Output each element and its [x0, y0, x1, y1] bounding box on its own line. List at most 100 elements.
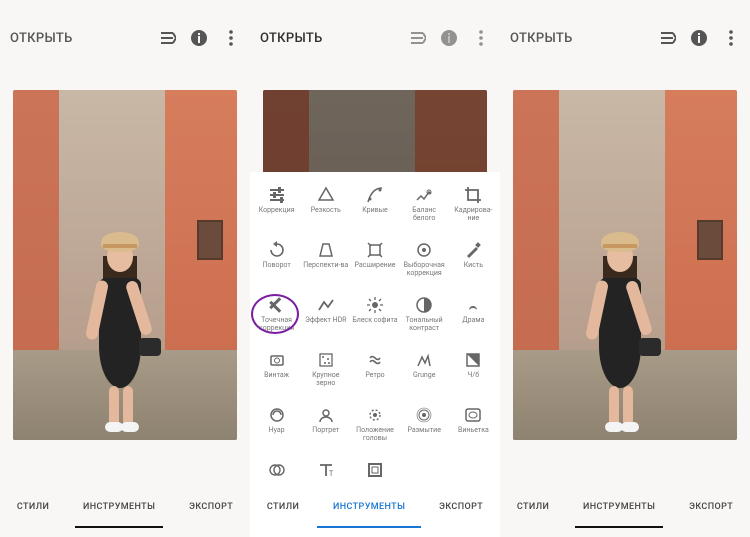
tool-expand[interactable]: Расширение: [350, 235, 399, 290]
info-icon[interactable]: [690, 29, 708, 47]
top-bar: ОТКРЫТЬ: [0, 0, 250, 76]
info-icon[interactable]: [190, 29, 208, 47]
tab-styles[interactable]: СТИЛИ: [13, 496, 53, 518]
tool-label: Блеск софита: [352, 317, 397, 325]
retrolux-icon: [366, 351, 384, 369]
tab-tools[interactable]: ИНСТРУМЕНТЫ: [579, 496, 659, 518]
tool-headpose[interactable]: Положение головы: [350, 400, 399, 455]
headpose-icon: [366, 406, 384, 424]
tool-drama[interactable]: Драма: [449, 290, 498, 345]
tool-vignette[interactable]: Виньетка: [449, 400, 498, 455]
expand-icon: [366, 241, 384, 259]
tonal-icon: [415, 296, 433, 314]
tool-label: Драма: [462, 317, 484, 325]
tab-styles[interactable]: СТИЛИ: [513, 496, 553, 518]
bottom-tabs: СТИЛИ ИНСТРУМЕНТЫ ЭКСПОРТ: [250, 477, 500, 537]
open-button[interactable]: ОТКРЫТЬ: [510, 31, 573, 46]
screen-2: ОТКРЫТЬ Коррекция Резкость Кривые Баланс бе…: [250, 0, 500, 537]
tool-retrolux[interactable]: Ретро: [350, 345, 399, 400]
tool-label: Крупное зерно: [303, 372, 349, 387]
grainy-icon: [317, 351, 335, 369]
tool-perspective[interactable]: Перспекти-ва: [301, 235, 350, 290]
top-bar: ОТКРЫТЬ: [250, 0, 500, 76]
whitebalance-icon: [415, 186, 433, 204]
tool-frames[interactable]: Рамки: [350, 455, 399, 477]
tool-label: Ч/б: [468, 372, 480, 380]
layers-icon[interactable]: [408, 29, 426, 47]
tool-label: Расширение: [354, 262, 395, 270]
tool-portrait[interactable]: Портрет: [301, 400, 350, 455]
more-icon[interactable]: [722, 29, 740, 47]
tool-label: Ретро: [365, 372, 384, 380]
crop-icon: [464, 186, 482, 204]
tool-lensblur[interactable]: Размытие: [400, 400, 449, 455]
tool-grainy[interactable]: Крупное зерно: [301, 345, 350, 400]
details-icon: [317, 186, 335, 204]
more-icon[interactable]: [222, 29, 240, 47]
bw-icon: [464, 351, 482, 369]
tab-export[interactable]: ЭКСПОРТ: [685, 496, 737, 518]
glamour-icon: [366, 296, 384, 314]
tool-label: Тональный контраст: [401, 317, 447, 332]
tool-label: Нуар: [269, 427, 285, 435]
curves-icon: [366, 186, 384, 204]
tool-hdr[interactable]: Эффект HDR: [301, 290, 350, 345]
hdr-icon: [317, 296, 335, 314]
tool-vintage[interactable]: Винтаж: [252, 345, 301, 400]
tool-noir[interactable]: Нуар: [252, 400, 301, 455]
open-button[interactable]: ОТКРЫТЬ: [10, 31, 73, 46]
text-icon: [317, 461, 335, 477]
tool-doubleexp[interactable]: Двойная экспозиция: [252, 455, 301, 477]
tool-healing[interactable]: Точечная коррекция: [252, 290, 301, 345]
tool-label: Точечная коррекция: [254, 317, 300, 332]
tab-tools[interactable]: ИНСТРУМЕНТЫ: [329, 496, 409, 518]
tool-label: Виньетка: [458, 427, 489, 435]
bottom-tabs: СТИЛИ ИНСТРУМЕНТЫ ЭКСПОРТ: [500, 477, 750, 537]
tool-text[interactable]: Текст: [301, 455, 350, 477]
tab-styles[interactable]: СТИЛИ: [263, 496, 303, 518]
tool-curves[interactable]: Кривые: [350, 180, 399, 235]
portrait-icon: [317, 406, 335, 424]
tool-tune[interactable]: Коррекция: [252, 180, 301, 235]
tool-bw[interactable]: Ч/б: [449, 345, 498, 400]
top-bar: ОТКРЫТЬ: [500, 0, 750, 76]
tool-label: Коррекция: [259, 207, 295, 215]
tool-whitebalance[interactable]: Баланс белого: [400, 180, 449, 235]
tool-label: Эффект HDR: [305, 317, 346, 325]
tool-details[interactable]: Резкость: [301, 180, 350, 235]
tool-label: Кривые: [362, 207, 388, 215]
frames-icon: [366, 461, 384, 477]
tool-label: Портрет: [312, 427, 339, 435]
more-icon[interactable]: [472, 29, 490, 47]
tool-label: Перспекти-ва: [303, 262, 348, 270]
layers-icon[interactable]: [658, 29, 676, 47]
tool-label: Поворот: [262, 262, 290, 270]
screen-3: ОТКРЫТЬ СТИЛИ ИНСТРУМЕНТЫ ЭКСПОРТ: [500, 0, 750, 537]
tool-label: Кисть: [464, 262, 483, 270]
open-button[interactable]: ОТКРЫТЬ: [260, 31, 323, 46]
tab-export[interactable]: ЭКСПОРТ: [185, 496, 237, 518]
info-icon[interactable]: [440, 29, 458, 47]
tools-grid: Коррекция Резкость Кривые Баланс белогоКадр…: [250, 172, 500, 477]
tool-grunge[interactable]: Grunge: [400, 345, 449, 400]
photo-preview: [13, 90, 237, 440]
tool-selective[interactable]: Выборочная коррекция: [400, 235, 449, 290]
tab-tools[interactable]: ИНСТРУМЕНТЫ: [79, 496, 159, 518]
tool-rotate[interactable]: Поворот: [252, 235, 301, 290]
tool-label: Баланс белого: [401, 207, 447, 222]
tool-tonal[interactable]: Тональный контраст: [400, 290, 449, 345]
doubleexp-icon: [268, 461, 286, 477]
tool-label: Винтаж: [264, 372, 289, 380]
image-canvas[interactable]: [500, 76, 750, 477]
tool-glamour[interactable]: Блеск софита: [350, 290, 399, 345]
drama-icon: [464, 296, 482, 314]
tool-crop[interactable]: Кадрирова-ние: [449, 180, 498, 235]
healing-icon: [268, 296, 286, 314]
layers-icon[interactable]: [158, 29, 176, 47]
tool-brush[interactable]: Кисть: [449, 235, 498, 290]
tune-icon: [268, 186, 286, 204]
vignette-icon: [464, 406, 482, 424]
image-canvas[interactable]: [0, 76, 250, 477]
grunge-icon: [415, 351, 433, 369]
tab-export[interactable]: ЭКСПОРТ: [435, 496, 487, 518]
